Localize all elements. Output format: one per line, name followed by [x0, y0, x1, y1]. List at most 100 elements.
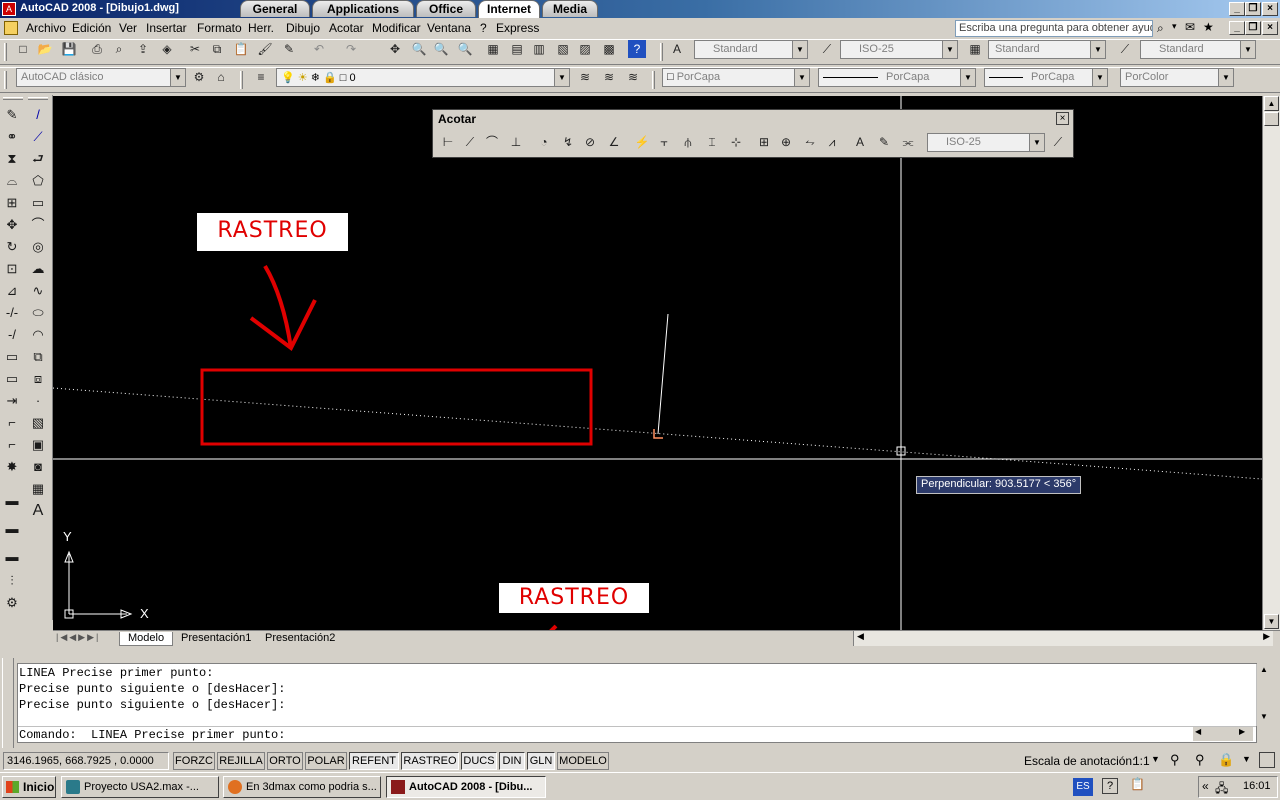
make-block-icon[interactable]: ⧈	[28, 369, 48, 389]
toolbar-grip[interactable]	[4, 43, 7, 61]
restore-button[interactable]: ❐	[1245, 2, 1261, 16]
command-window-grip[interactable]	[2, 658, 14, 748]
desktop-tab-media[interactable]: Media	[542, 0, 598, 17]
my-workspace-icon[interactable]: ⌂	[212, 68, 230, 86]
dimension-toolbar-title[interactable]: Acotar	[433, 110, 1073, 128]
region-icon[interactable]: ◙	[28, 457, 48, 477]
dim-edit-icon[interactable]: ⩘	[823, 133, 841, 151]
communication-center-icon[interactable]: ✉	[1185, 20, 1195, 34]
close-icon[interactable]: ×	[1056, 112, 1069, 125]
menu-edicion[interactable]: Edición	[72, 21, 111, 35]
stretch-icon[interactable]: ⊿	[2, 281, 22, 301]
move-icon[interactable]: ✥	[2, 215, 22, 235]
hatch-icon[interactable]: ▧	[28, 413, 48, 433]
lineweight-combo[interactable]: PorCapa ▼	[984, 68, 1108, 87]
horizontal-scrollbar[interactable]: ◀ ▶	[853, 631, 1273, 646]
dim-diameter-icon[interactable]: ⊘	[581, 133, 599, 151]
extend-icon[interactable]: -/	[2, 325, 22, 345]
offset-icon[interactable]: ⌓	[2, 171, 22, 191]
help-search-input[interactable]: Escriba una pregunta para obtener ayuda	[955, 20, 1153, 37]
new-file-icon[interactable]: □	[14, 40, 32, 58]
layer-manager-icon[interactable]: ≡	[252, 68, 270, 86]
3d-dwf-icon[interactable]: ◈	[158, 40, 176, 58]
dim-style-icon[interactable]: ⟋	[1049, 133, 1067, 151]
erase-icon[interactable]: ✎	[2, 105, 22, 125]
dim-text-edit-icon[interactable]: A	[851, 133, 869, 151]
quick-leader-icon[interactable]: ⌶	[703, 133, 721, 151]
zoom-previous-icon[interactable]: 🔍	[456, 40, 474, 58]
toolbar-grip[interactable]	[4, 71, 7, 89]
doc-close-button[interactable]: ×	[1262, 21, 1278, 35]
dim-style-manager-icon[interactable]: ⫘	[899, 133, 917, 151]
dim-toolbar-style-combo[interactable]: ISO-25 ▼	[927, 133, 1045, 152]
break-at-point-icon[interactable]: ▭	[2, 347, 22, 367]
scroll-thumb[interactable]	[1264, 112, 1279, 126]
center-mark-icon[interactable]: ⊞	[755, 133, 773, 151]
menu-ventana[interactable]: Ventana	[427, 21, 471, 35]
favorites-star-icon[interactable]: ★	[1203, 20, 1214, 34]
polar-toggle[interactable]: POLAR	[305, 752, 347, 770]
layer-previous-icon[interactable]: ≋	[600, 68, 618, 86]
menu-ver[interactable]: Ver	[119, 21, 137, 35]
tab-navigation-arrows[interactable]: |◀◀▶▶|	[56, 632, 100, 643]
rectangle-icon[interactable]: ▭	[28, 193, 48, 213]
copy-object-icon[interactable]: ⚭	[2, 127, 22, 147]
toolbar-grip[interactable]	[3, 97, 23, 100]
tolerance-icon[interactable]: ⊹	[727, 133, 745, 151]
block-editor-icon[interactable]: ✎	[280, 40, 298, 58]
join-icon[interactable]: ⇥	[2, 391, 22, 411]
chevron-down-icon[interactable]: ▾	[1172, 21, 1177, 32]
desktop-tab-office[interactable]: Office	[416, 0, 476, 17]
scroll-left-button[interactable]: ◀	[1195, 727, 1201, 736]
toolbar-lock-icon[interactable]: 🔒	[1218, 752, 1234, 768]
annotation-scale-value[interactable]: 1:1	[1133, 754, 1150, 768]
menu-insertar[interactable]: Insertar	[146, 21, 187, 35]
clock[interactable]: 16:01	[1243, 780, 1271, 792]
vertical-scrollbar[interactable]: ▲ ▼	[1262, 96, 1280, 630]
line-icon[interactable]: /	[28, 105, 48, 125]
point-icon[interactable]: ·	[28, 391, 48, 411]
tool-palettes-icon[interactable]: ▥	[530, 40, 548, 58]
osnap-toggle[interactable]: REFENT	[349, 752, 399, 770]
rotate-icon[interactable]: ↻	[2, 237, 22, 257]
clipboard-icon[interactable]: 📋	[1130, 777, 1145, 791]
chevron-down-icon[interactable]: ▼	[1151, 754, 1160, 764]
toolbar-grip[interactable]	[660, 43, 663, 61]
plotstyle-combo[interactable]: PorColor ▼	[1120, 68, 1234, 87]
sheet-set-icon[interactable]: ▧	[554, 40, 572, 58]
multiline-text-icon[interactable]: A	[28, 501, 48, 521]
dim-angular-icon[interactable]: ∠	[605, 133, 623, 151]
polygon-icon[interactable]: ⬠	[28, 171, 48, 191]
task-browser[interactable]: En 3dmax como podria s...	[223, 776, 381, 798]
trim-icon[interactable]: -/-	[2, 303, 22, 323]
table-style-combo[interactable]: Standard ▼	[988, 40, 1106, 59]
open-file-icon[interactable]: 📂	[36, 40, 54, 58]
construction-line-icon[interactable]: ⟋	[28, 127, 48, 147]
text-style-icon[interactable]: A	[668, 40, 686, 58]
coordinate-display[interactable]: 3146.1965, 668.7925 , 0.0000	[3, 752, 169, 770]
insert-block-icon[interactable]: ⧉	[28, 347, 48, 367]
command-scroll-track[interactable]: ▲ ▼	[1257, 665, 1271, 725]
revision-cloud-icon[interactable]: ☁	[28, 259, 48, 279]
multileader-style-icon[interactable]: ⟋	[1116, 40, 1134, 58]
print-preview-icon[interactable]: ⌕	[110, 40, 128, 58]
dim-baseline-icon[interactable]: ⫟	[655, 133, 673, 151]
grid-toggle[interactable]: REJILLA	[217, 752, 265, 770]
minimize-button[interactable]: _	[1229, 2, 1245, 16]
chamfer-icon[interactable]: ⌐	[2, 413, 22, 433]
menu-archivo[interactable]: Archivo	[26, 21, 66, 35]
start-button[interactable]: Inicio	[2, 776, 56, 798]
dimension-linear-icon[interactable]: ▬	[2, 491, 22, 511]
dimension-style-icon[interactable]: ⟋	[818, 40, 836, 58]
scroll-right-button[interactable]: ▶	[1263, 631, 1270, 642]
dimension-aligned-icon[interactable]: ▬	[2, 519, 22, 539]
redo-icon[interactable]: ↷	[342, 40, 360, 58]
workspace-combo[interactable]: AutoCAD clásico ▼	[16, 68, 186, 87]
ducs-toggle[interactable]: DUCS	[461, 752, 497, 770]
menu-formato[interactable]: Formato	[197, 21, 242, 35]
command-hscroll[interactable]: ◀ ▶	[1193, 727, 1253, 741]
array-icon[interactable]: ⊞	[2, 193, 22, 213]
dim-radius-icon[interactable]: ◔	[535, 133, 553, 151]
scroll-up-button[interactable]: ▲	[1264, 96, 1279, 111]
linetype-combo[interactable]: PorCapa ▼	[818, 68, 976, 87]
